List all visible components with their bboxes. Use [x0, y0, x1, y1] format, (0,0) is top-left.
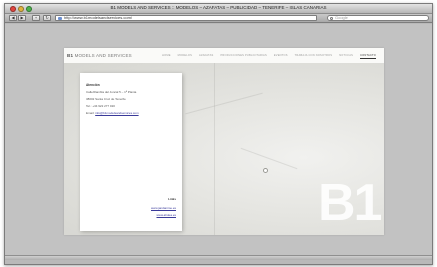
external-link-2[interactable]: www.ahdea.es [156, 213, 176, 217]
nav-noticias[interactable]: NOTICIAS [339, 54, 353, 59]
nav-producciones[interactable]: PRODUCCIONES PUBLICITARIAS [221, 54, 267, 59]
site-navigation: HOME MODELOS AZAFATAS PRODUCCIONES PUBLI… [162, 54, 376, 59]
add-bookmark-button[interactable]: + [32, 15, 40, 21]
browser-window: B1 MODELS AND SERVICES :: MODELOS – AZAF… [4, 3, 433, 265]
contact-panel: Atención Calle/Rambla del Juncal 5 – 1ª … [80, 73, 182, 231]
search-field[interactable]: Google [327, 15, 429, 21]
contact-address-line-1: Calle/Rambla del Juncal 5 – 1ª Planta [86, 90, 137, 94]
window-title: B1 MODELS AND SERVICES :: MODELOS – AZAF… [110, 5, 327, 10]
contact-email-label: Email: [86, 111, 95, 115]
shirt-fold [185, 92, 263, 115]
contact-address-line-2: 38002 Santa Cruz de Tenerife [86, 97, 126, 101]
contact-heading: Atención [86, 83, 100, 87]
shirt-placket [214, 63, 215, 235]
shirt-fold [240, 147, 298, 170]
site-favicon-icon [58, 16, 62, 20]
nav-eventos[interactable]: EVENTOS [274, 54, 288, 59]
logo-text: MODELS AND SERVICES [74, 53, 132, 58]
forward-button[interactable]: ▶ [18, 15, 26, 21]
nav-contacto[interactable]: CONTACTO [360, 54, 376, 59]
links-heading: Links [168, 197, 176, 201]
nav-home[interactable]: HOME [162, 54, 171, 59]
site-logo[interactable]: B1 MODELS AND SERVICES [67, 53, 132, 58]
status-bar [5, 255, 432, 260]
nav-trabaja[interactable]: TRABAJA CON NOSOTROS [295, 54, 333, 59]
site-header: B1 MODELS AND SERVICES HOME MODELOS AZAF… [64, 48, 384, 63]
close-window-button[interactable] [10, 6, 16, 12]
b1-watermark-logo: B1 [318, 174, 382, 232]
external-link-1[interactable]: www.jandanime.es [151, 206, 176, 210]
zoom-window-button[interactable] [26, 6, 32, 12]
contact-phone: Tel.: +34 922 277 020 [86, 104, 115, 108]
contact-email-row: Email: info@b1modelsandservices.com [86, 111, 139, 115]
search-icon [330, 16, 333, 20]
nav-modelos[interactable]: MODELOS [178, 54, 192, 59]
minimize-window-button[interactable] [18, 6, 24, 12]
browser-toolbar: ◀ ▶ + ↻ http://www.b1modelsandservices.c… [5, 14, 432, 23]
shirt-button [263, 168, 268, 173]
nav-azafatas[interactable]: AZAFATAS [199, 54, 213, 59]
back-button[interactable]: ◀ [9, 15, 17, 21]
logo-mark: B1 [67, 53, 74, 58]
url-text: http://www.b1modelsandservices.com/ [64, 15, 133, 20]
search-placeholder: Google [335, 15, 348, 20]
address-bar[interactable]: http://www.b1modelsandservices.com/ [55, 15, 317, 21]
title-bar: B1 MODELS AND SERVICES :: MODELOS – AZAF… [5, 4, 432, 14]
reload-button[interactable]: ↻ [43, 15, 51, 21]
contact-email-link[interactable]: info@b1modelsandservices.com [95, 111, 138, 115]
